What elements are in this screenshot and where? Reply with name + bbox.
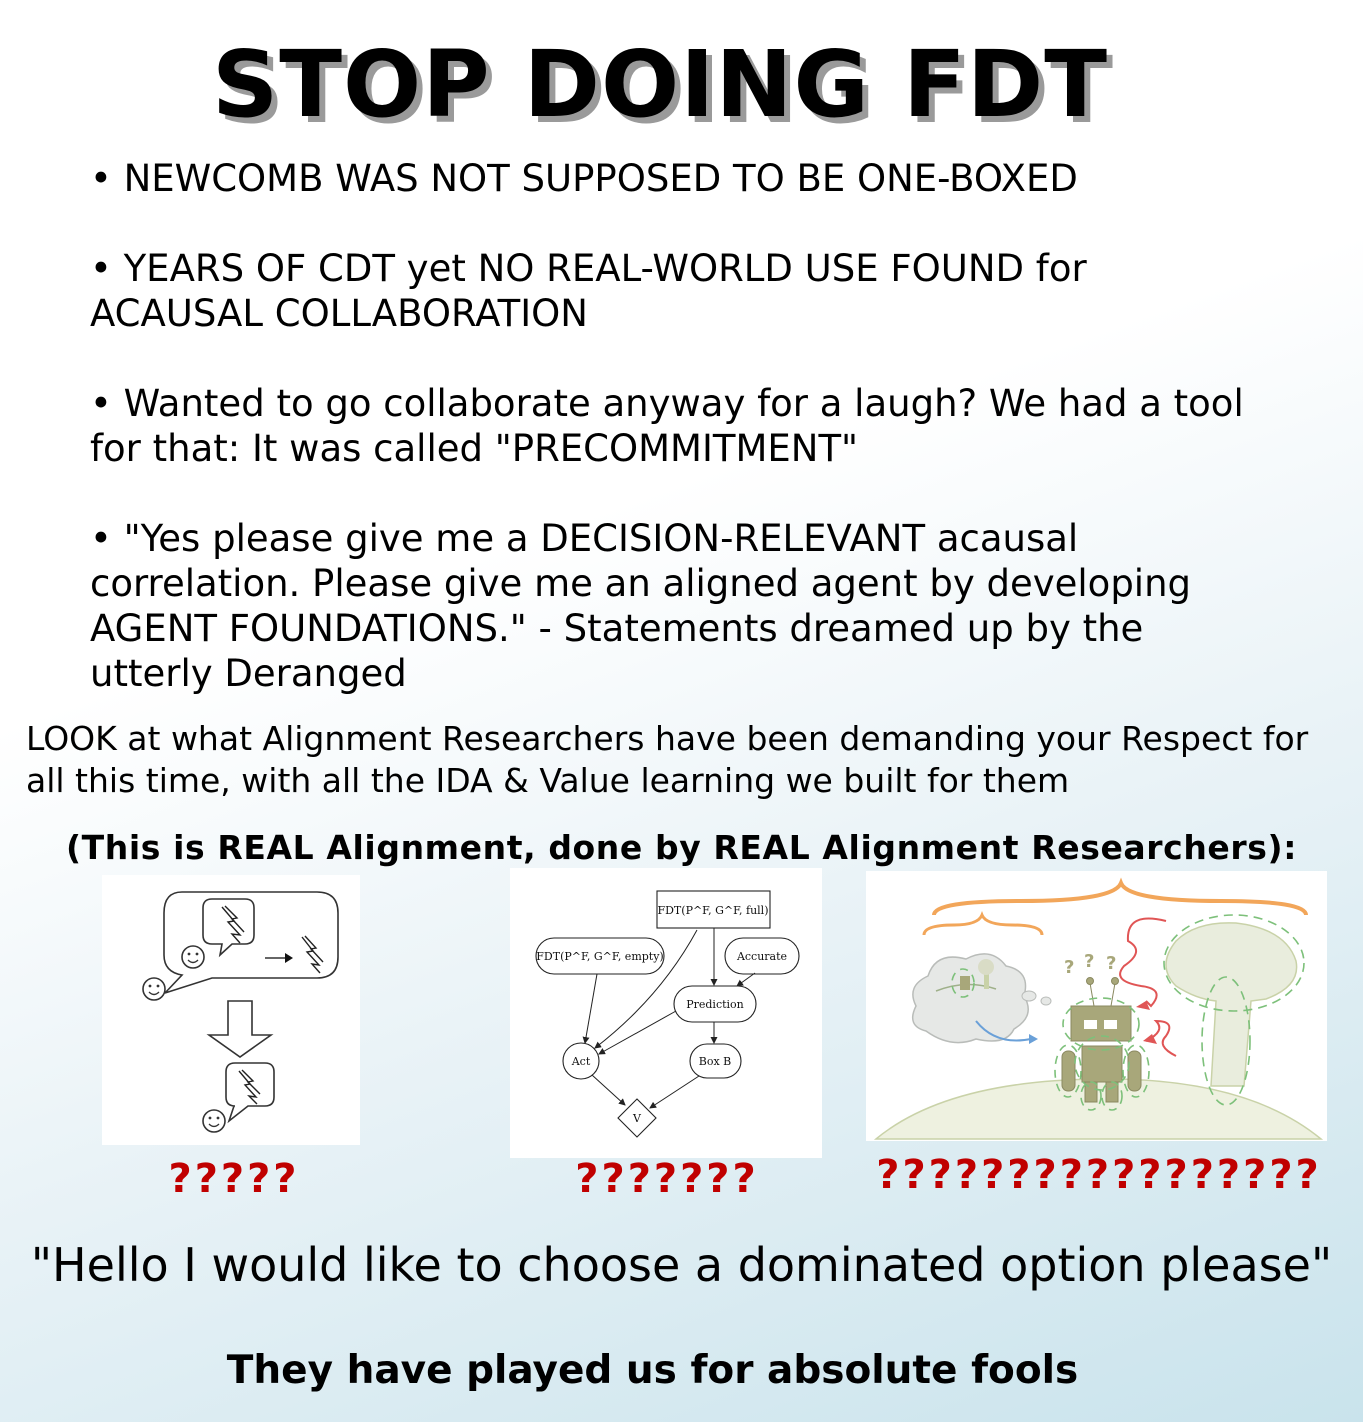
causal-graph: FDT(P^F, G^F, full) FDT(P^F, G^F, empty)… (535, 890, 800, 1138)
speech-bubble-illustration (102, 875, 360, 1145)
box-b-label: Box B (699, 1055, 732, 1068)
bullet-item: • "Yes please give me a DECISION-RELEVAN… (90, 517, 1192, 695)
svg-text:?: ? (1106, 953, 1116, 974)
bullet-item: • NEWCOMB WAS NOT SUPPOSED TO BE ONE-BOX… (90, 157, 1078, 200)
svg-text:?: ? (1064, 957, 1074, 978)
embedded-agent-illustration: ??? (866, 871, 1327, 1141)
fdt-full-label: FDT(P^F, G^F, full) (657, 904, 768, 917)
act-label: Act (571, 1055, 591, 1068)
fdt-causal-diagram: FDT(P^F, G^F, full) FDT(P^F, G^F, empty)… (510, 868, 822, 1158)
bullet-item: • Wanted to go collaborate anyway for a … (90, 382, 1244, 470)
robot-drawing: ??? (873, 877, 1324, 1140)
bullet-item: • YEARS OF CDT yet NO REAL-WORLD USE FOU… (90, 247, 1087, 335)
question-marks-1: ????? (168, 1156, 300, 1202)
accurate-label: Accurate (736, 950, 787, 963)
question-marks-2: ??????? (575, 1156, 759, 1202)
fdt-empty-label: FDT(P^F, G^F, empty) (536, 950, 663, 963)
prediction-label: Prediction (686, 998, 744, 1011)
question-marks-3: ????????????????? (876, 1152, 1322, 1198)
closing-line: They have played us for absolute fools (226, 1348, 1079, 1393)
bullet-list: • NEWCOMB WAS NOT SUPPOSED TO BE ONE-BOX… (90, 156, 1270, 741)
real-alignment-heading: (This is REAL Alignment, done by REAL Al… (66, 828, 1297, 867)
dominated-option-quote: "Hello I would like to choose a dominate… (30, 1238, 1333, 1292)
svg-text:?: ? (1084, 951, 1094, 972)
intro-text: LOOK at what Alignment Researchers have … (26, 719, 1309, 800)
v-label: V (632, 1112, 642, 1125)
page-title: STOP DOING FDT (212, 31, 1108, 138)
speech-bubble-drawing (142, 891, 339, 1133)
